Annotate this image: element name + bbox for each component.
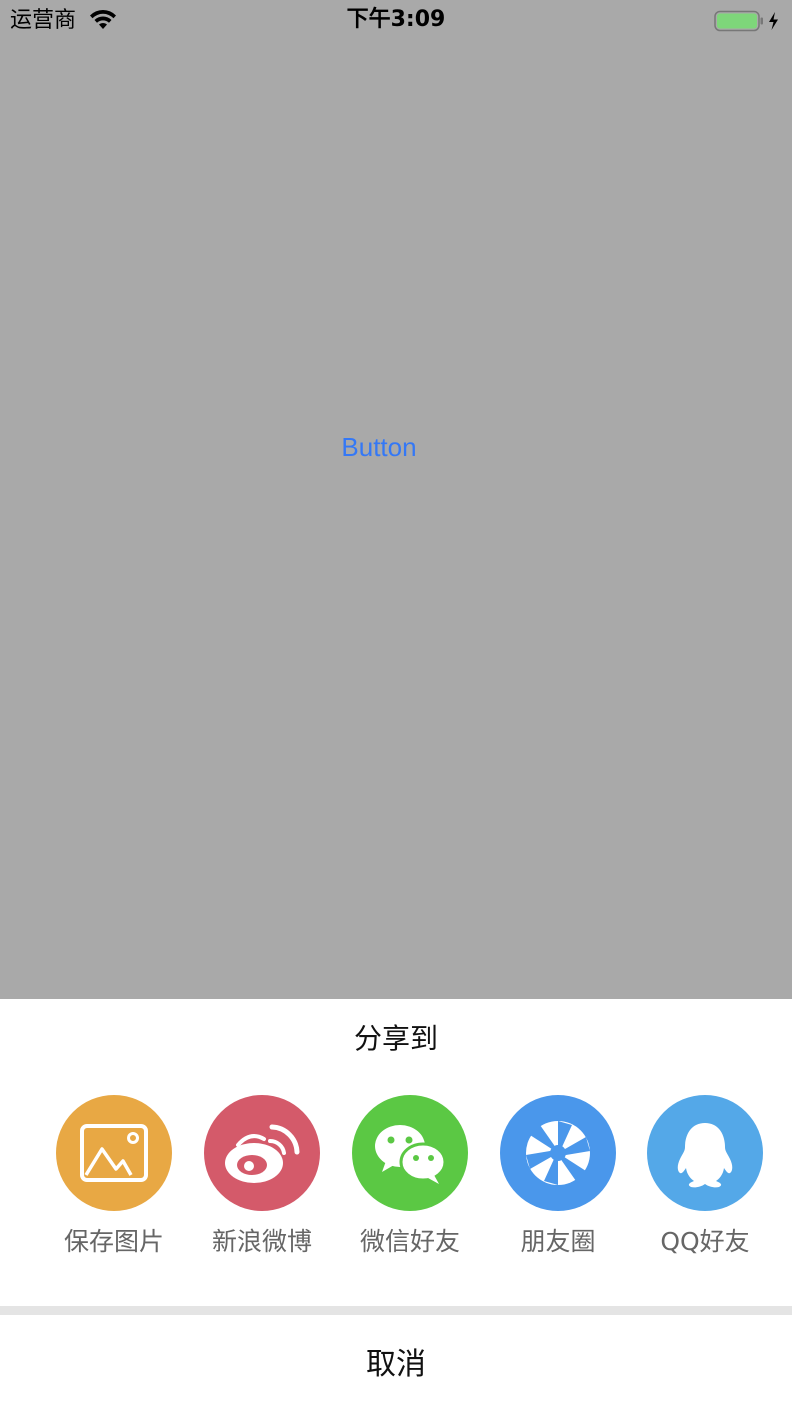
share-option-label: QQ好友 (660, 1227, 750, 1256)
share-option-icon-circle (204, 1095, 320, 1211)
clock: 下午3:09 (346, 7, 446, 32)
weibo-icon (225, 1124, 300, 1183)
share-option-save-image[interactable]: 保存图片 (43, 1095, 183, 1265)
share-option-label: 新浪微博 (211, 1227, 312, 1256)
charging-bolt-icon (769, 12, 778, 30)
cancel-button[interactable]: 取消 (0, 1315, 792, 1414)
picture-icon (80, 1124, 148, 1182)
status-bar: 运营商 下午3:09 (0, 0, 792, 42)
share-sheet: 分享到 保存图片 新浪微博 微信好友 朋友圈 QQ好友 取消 (0, 999, 792, 1414)
battery-icon (714, 10, 778, 32)
share-option-icon-circle (647, 1095, 763, 1211)
share-option-label: 朋友圈 (520, 1227, 596, 1256)
share-option-weibo[interactable]: 新浪微博 (191, 1095, 331, 1265)
divider (0, 1306, 792, 1315)
share-option-icon-circle (352, 1095, 468, 1211)
share-option-label: 微信好友 (359, 1227, 460, 1256)
share-option-wechat-friend[interactable]: 微信好友 (339, 1095, 479, 1265)
share-option-icon-circle (500, 1095, 616, 1211)
share-option-icon-circle (56, 1095, 172, 1211)
share-options-row: 保存图片 新浪微博 微信好友 朋友圈 QQ好友 (0, 1095, 792, 1275)
share-sheet-title: 分享到 (353, 1022, 438, 1055)
share-option-moments[interactable]: 朋友圈 (487, 1095, 627, 1265)
qq-penguin-icon (677, 1123, 733, 1188)
share-option-label: 保存图片 (63, 1227, 164, 1256)
main-button[interactable]: Button (296, 428, 462, 466)
moments-shutter-icon (526, 1121, 590, 1185)
share-option-qq-friend[interactable]: QQ好友 (634, 1095, 774, 1265)
wechat-icon (375, 1125, 447, 1184)
